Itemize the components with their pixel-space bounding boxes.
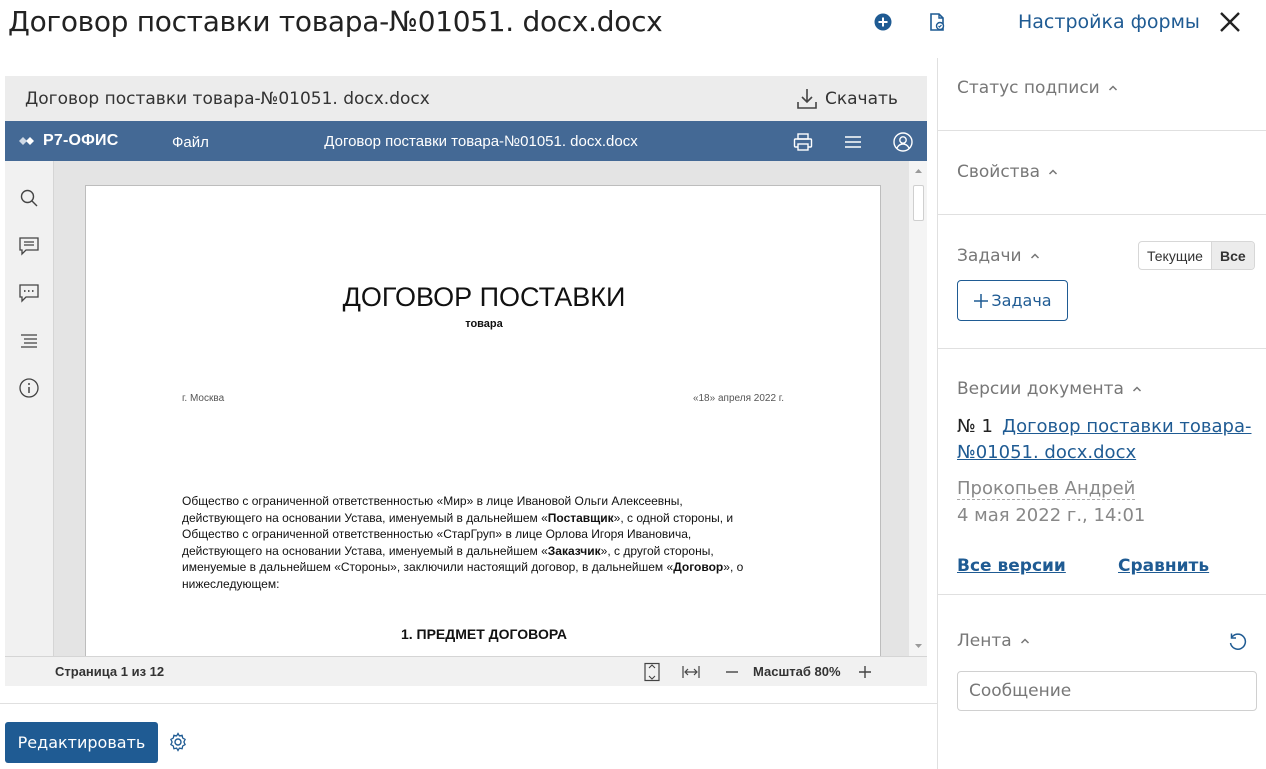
editor-toolbar: Р7-ОФИС Файл Договор поставки товара-№01… [5, 121, 927, 161]
user-icon[interactable] [892, 131, 914, 153]
version-author[interactable]: Прокопьев Андрей [957, 478, 1136, 500]
gear-icon[interactable] [168, 732, 188, 752]
download-icon [797, 89, 817, 109]
fit-page-icon[interactable] [642, 662, 662, 682]
vertical-scrollbar[interactable] [909, 161, 927, 656]
message-input[interactable] [957, 671, 1257, 711]
comment-icon[interactable] [18, 235, 40, 257]
document-filename: Договор поставки товара-№01051. docx.doc… [25, 89, 430, 109]
menu-icon[interactable] [842, 131, 864, 153]
plus-icon [974, 293, 989, 308]
chevron-up-icon [1020, 638, 1029, 644]
contract-heading: ДОГОВОР ПОСТАВКИ [342, 282, 626, 312]
page-title: Договор поставки товара-№01051. docx.doc… [8, 5, 663, 38]
editor-status-bar: Страница 1 из 12 Масштаб 80% [5, 656, 927, 686]
document-page[interactable]: ДОГОВОР ПОСТАВКИ товара г. Москва «18» а… [85, 185, 881, 656]
contract-preamble: Общество с ограниченной ответственностью… [182, 494, 744, 591]
chevron-up-icon [1132, 386, 1141, 392]
navigation-icon[interactable] [18, 330, 40, 352]
form-settings-link[interactable]: Настройка формы [1018, 11, 1200, 33]
filter-current[interactable]: Текущие [1139, 242, 1211, 269]
download-button[interactable]: Скачать [795, 87, 898, 111]
tasks-filter: Текущие Все [1138, 241, 1255, 270]
add-circle-icon[interactable] [873, 12, 893, 32]
scroll-up-icon[interactable] [913, 164, 924, 178]
print-icon[interactable] [792, 131, 814, 153]
contract-section-title: 1. ПРЕДМЕТ ДОГОВОРА [400, 626, 568, 642]
add-task-button[interactable]: Задача [957, 280, 1068, 321]
contract-city: г. Москва [182, 393, 225, 404]
chevron-up-icon [1108, 85, 1117, 91]
search-icon[interactable] [18, 187, 40, 209]
document-sign-icon[interactable] [927, 12, 947, 32]
page-counter: Страница 1 из 12 [55, 664, 165, 679]
close-icon[interactable] [1218, 10, 1242, 34]
scrollbar-thumb[interactable] [913, 185, 924, 221]
versions-toggle[interactable]: Версии документа [957, 379, 1142, 399]
divider [938, 130, 1266, 131]
divider [938, 348, 1266, 349]
filter-all[interactable]: Все [1210, 242, 1254, 269]
chat-icon[interactable] [18, 282, 40, 304]
chevron-up-icon [1049, 169, 1058, 175]
all-versions-link[interactable]: Все версии [957, 556, 1066, 576]
signature-status-toggle[interactable]: Статус подписи [957, 78, 1118, 98]
feed-toggle[interactable]: Лента [957, 631, 1030, 651]
right-panel: Статус подписи Свойства Задачи Текущие В… [937, 58, 1266, 769]
scroll-down-icon[interactable] [913, 639, 924, 653]
edit-button[interactable]: Редактировать [5, 722, 158, 763]
version-file-link[interactable]: Договор поставки товара-№01051. docx.doc… [957, 414, 1263, 466]
chevron-up-icon [1030, 253, 1039, 259]
editor-document-title: Договор поставки товара-№01051. docx.doc… [324, 133, 638, 150]
editor-left-toolbar [5, 161, 54, 656]
refresh-icon[interactable] [1227, 631, 1249, 653]
zoom-level: Масштаб 80% [753, 664, 841, 679]
contract-subheading: товара [465, 318, 503, 330]
document-header: Договор поставки товара-№01051. docx.doc… [5, 76, 927, 121]
divider [938, 214, 1266, 215]
compare-link[interactable]: Сравнить [1118, 556, 1209, 576]
info-icon[interactable] [18, 377, 40, 399]
zoom-out-icon[interactable] [722, 662, 742, 682]
divider [938, 594, 1266, 595]
download-label: Скачать [825, 89, 898, 109]
contract-date: «18» апреля 2022 г. [692, 393, 784, 404]
tasks-toggle[interactable]: Задачи [957, 246, 1040, 266]
version-date: 4 мая 2022 г., 14:01 [957, 505, 1146, 526]
fit-width-icon[interactable] [681, 662, 701, 682]
properties-toggle[interactable]: Свойства [957, 162, 1058, 182]
editor-canvas: ДОГОВОР ПОСТАВКИ товара г. Москва «18» а… [5, 161, 927, 656]
header: Договор поставки товара-№01051. docx.doc… [0, 0, 1266, 44]
zoom-in-icon[interactable] [855, 662, 875, 682]
divider [0, 703, 937, 704]
